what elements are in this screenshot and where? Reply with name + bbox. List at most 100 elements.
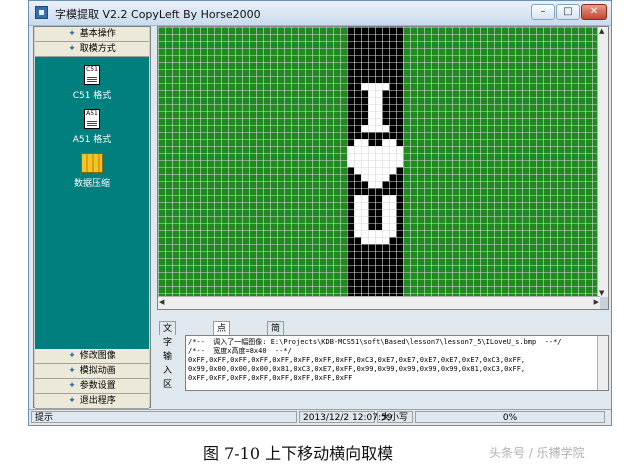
sidebar-item-exit[interactable]: ✦ 退出程序 [35, 394, 149, 409]
watermark-text: 头条号 / 乐搏学院 [489, 446, 585, 460]
lit-pixel [354, 160, 361, 167]
c51-format-label: C51 格式 [72, 91, 112, 101]
lit-pixel [389, 195, 396, 202]
c51-format-tool[interactable]: C51 C51 格式 [35, 65, 149, 101]
lit-pixel [361, 216, 368, 223]
lit-pixel [389, 209, 396, 216]
lit-pixel [368, 146, 375, 153]
lit-pixel [361, 167, 368, 174]
lit-pixel [354, 202, 361, 209]
lit-pixel [382, 139, 389, 146]
status-hint: 提示 [31, 411, 297, 423]
lit-pixel [389, 153, 396, 160]
lit-pixel [368, 90, 375, 97]
lit-pixel [396, 153, 403, 160]
lit-pixel [354, 146, 361, 153]
horizontal-scrollbar[interactable]: ◀ ▶ [158, 296, 600, 309]
window-title: 字模提取 V2.2 CopyLeft By Horse2000 [55, 8, 261, 21]
sidebar-item-mode[interactable]: ✦ 取模方式 [35, 42, 149, 57]
lit-pixel [368, 111, 375, 118]
lit-pixel [375, 230, 382, 237]
lit-pixel [375, 118, 382, 125]
lit-pixel [354, 153, 361, 160]
caption-text: 图 7-10 上下移动横向取模 [203, 444, 394, 463]
lit-pixel [375, 146, 382, 153]
lit-pixel [368, 160, 375, 167]
figure-caption: 图 7-10 上下移动横向取模 头条号 / 乐搏学院 [0, 440, 640, 463]
lit-pixel [389, 146, 396, 153]
output-line: 0xFF,0xFF,0xFF,0xFF,0xFF,0xFF,0xFF,0xFF [188, 374, 353, 382]
lit-pixel [361, 125, 368, 132]
lit-pixel [354, 139, 361, 146]
tab-intro[interactable]: 简介 [267, 321, 285, 348]
scroll-up-icon[interactable]: ▲ [599, 27, 604, 35]
tab-dot-matrix[interactable]: 点阵生成区 [213, 321, 231, 390]
lit-pixel [375, 174, 382, 181]
status-datetime: 2013/12/2 12:07:59 [299, 411, 392, 423]
title-bar[interactable]: 字模提取 V2.2 CopyLeft By Horse2000 – □ ✕ [29, 1, 611, 26]
gear-icon: ✦ [68, 351, 76, 361]
lit-pixel [368, 237, 375, 244]
compress-box-icon [81, 153, 103, 173]
lit-pixel [382, 83, 389, 90]
status-caps: 大小写 [377, 411, 413, 423]
lit-pixel [368, 181, 375, 188]
output-line: /*-- 宽度x高度=8x40 --*/ [188, 347, 292, 355]
vertical-scrollbar[interactable]: ▲ ▼ [597, 27, 608, 297]
scroll-right-icon[interactable]: ▶ [594, 298, 599, 306]
lit-pixel [361, 223, 368, 230]
lit-pixel [361, 230, 368, 237]
lit-pixel [382, 167, 389, 174]
lit-pixel [382, 195, 389, 202]
maximize-button[interactable]: □ [556, 4, 580, 20]
lit-pixel [361, 83, 368, 90]
sidebar-item-settings[interactable]: ✦ 参数设置 [35, 379, 149, 394]
data-compress-label: 数据压缩 [73, 179, 110, 189]
lit-pixel [347, 153, 354, 160]
lit-pixel [361, 139, 368, 146]
minimize-button[interactable]: – [531, 4, 555, 20]
lit-pixel [375, 153, 382, 160]
tab-text-input[interactable]: 文字输入区 [159, 321, 177, 390]
lit-pixel [368, 83, 375, 90]
lit-pixel [382, 223, 389, 230]
gear-icon: ✦ [68, 44, 76, 54]
output-line: 0x99,0x00,0x00,0x00,0x81,0xC3,0xE7,0xFF,… [188, 365, 526, 373]
lit-pixel [347, 146, 354, 153]
lit-pixel [396, 160, 403, 167]
sidebar-item-animation[interactable]: ✦ 模拟动画 [35, 364, 149, 379]
a51-format-tool[interactable]: A51 A51 格式 [35, 109, 149, 145]
sidebar-item-edit-image[interactable]: ✦ 修改图像 [35, 349, 149, 364]
lit-pixel [382, 160, 389, 167]
lit-pixel [382, 209, 389, 216]
sidebar-item-basic-ops[interactable]: ✦ 基本操作 [35, 27, 149, 42]
lit-pixel [361, 160, 368, 167]
lit-pixel [382, 174, 389, 181]
lit-pixel [389, 230, 396, 237]
pixel-grid[interactable] [158, 27, 598, 297]
close-button[interactable]: ✕ [581, 4, 607, 20]
sidebar: ✦ 基本操作 ✦ 取模方式 C51 C51 格式 A51 A51 格式 数据压缩 ✦… [33, 26, 151, 409]
lit-pixel [389, 216, 396, 223]
lit-pixel [354, 167, 361, 174]
app-icon [35, 6, 48, 19]
scroll-left-icon[interactable]: ◀ [159, 298, 164, 306]
lit-pixel [389, 160, 396, 167]
output-line: 0xFF,0xFF,0xFF,0xFF,0xFF,0xFF,0xFF,0xFF,… [188, 356, 526, 364]
lit-pixel [368, 167, 375, 174]
output-scrollbar[interactable] [597, 336, 608, 390]
status-bar: 提示 2013/12/2 12:07:59 大小写 0% [29, 409, 611, 425]
lit-pixel [382, 230, 389, 237]
dot-matrix-canvas[interactable]: ▲ ▼ ◀ ▶ [157, 26, 609, 310]
lit-pixel [375, 181, 382, 188]
lit-pixel [375, 167, 382, 174]
lit-pixel [361, 195, 368, 202]
lit-pixel [354, 209, 361, 216]
lit-pixel [375, 111, 382, 118]
output-text-area[interactable]: /*-- 调入了一幅图像: E:\Projects\KDB-MCS51\soft… [185, 335, 609, 391]
data-compress-tool[interactable]: 数据压缩 [35, 153, 149, 189]
lit-pixel [368, 104, 375, 111]
gear-icon: ✦ [68, 381, 76, 391]
gear-icon: ✦ [68, 366, 76, 376]
lit-pixel [382, 125, 389, 132]
